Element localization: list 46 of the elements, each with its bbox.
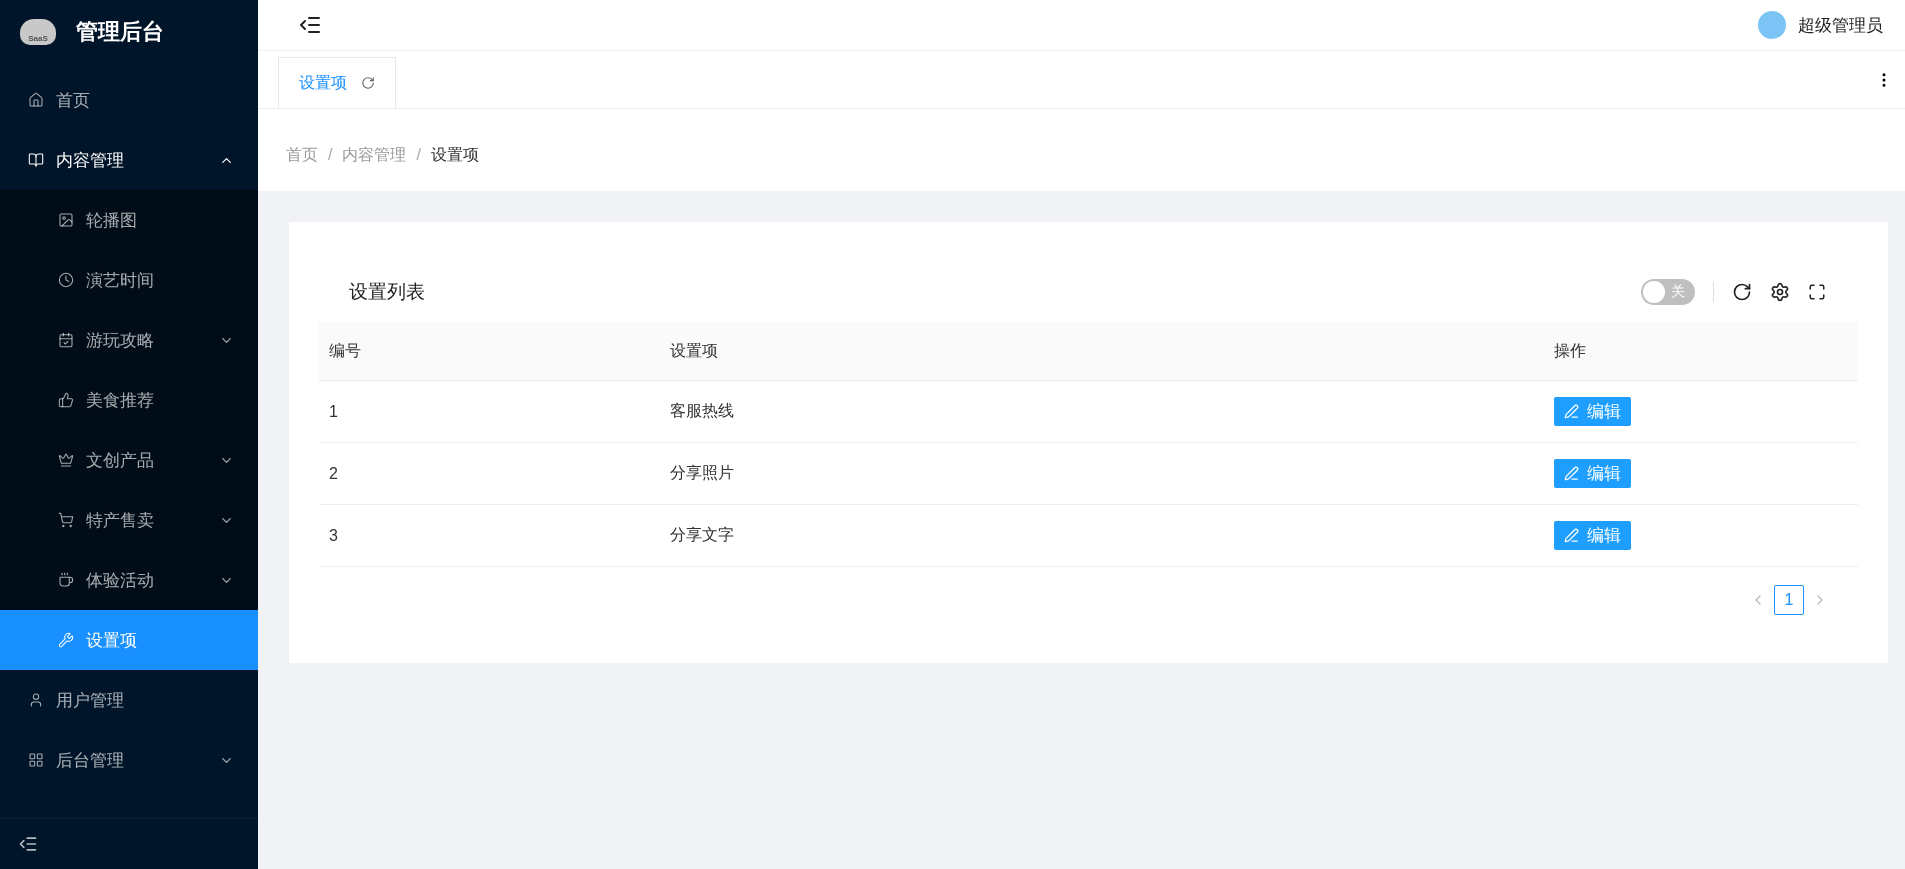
menu-icon xyxy=(58,512,74,528)
sidebar-item[interactable]: 首页 xyxy=(0,70,258,130)
sidebar-item[interactable]: 游玩攻略 xyxy=(0,310,258,370)
refresh-icon[interactable] xyxy=(1732,282,1752,302)
table-cell: 客服热线 xyxy=(660,381,1544,443)
menu-icon xyxy=(28,152,44,168)
edit-icon xyxy=(1564,466,1579,481)
breadcrumb-item: 设置项 xyxy=(430,144,479,165)
menu-icon xyxy=(58,632,74,648)
table-cell: 1 xyxy=(319,381,660,443)
menu-icon xyxy=(58,332,74,348)
menu-icon xyxy=(58,272,74,288)
menu-icon xyxy=(58,452,74,468)
column-header: 操作 xyxy=(1544,322,1858,381)
sidebar-item[interactable]: 演艺时间 xyxy=(0,250,258,310)
settings-icon[interactable] xyxy=(1770,282,1790,302)
column-header: 设置项 xyxy=(660,322,1544,381)
table-cell: 分享照片 xyxy=(660,443,1544,505)
sidebar-item[interactable]: 内容管理 xyxy=(0,130,258,190)
edit-icon xyxy=(1564,404,1579,419)
sidebar-item[interactable]: 文创产品 xyxy=(0,430,258,490)
sidebar-item[interactable]: 用户管理 xyxy=(0,670,258,730)
user-name[interactable]: 超级管理员 xyxy=(1798,13,1883,37)
table-cell: 2 xyxy=(319,443,660,505)
column-header: 编号 xyxy=(319,322,660,381)
edit-icon xyxy=(1564,528,1579,543)
sidebar-item[interactable]: 体验活动 xyxy=(0,550,258,610)
sidebar-item[interactable]: 后台管理 xyxy=(0,730,258,790)
breadcrumb-separator: / xyxy=(328,146,333,164)
sidebar-item[interactable]: 美食推荐 xyxy=(0,370,258,430)
menu-icon xyxy=(28,92,44,108)
sidebar-item[interactable]: 特产售卖 xyxy=(0,490,258,550)
menu-icon xyxy=(28,692,44,708)
cloud-logo: SaaS xyxy=(20,19,56,45)
fullscreen-icon[interactable] xyxy=(1808,283,1826,301)
table-cell: 3 xyxy=(319,505,660,567)
app-title: 管理后台 xyxy=(76,18,164,46)
table-cell: 分享文字 xyxy=(660,505,1544,567)
menu-icon xyxy=(28,752,44,768)
menu-icon xyxy=(58,212,74,228)
breadcrumb-separator: / xyxy=(416,146,421,164)
menu-icon xyxy=(58,392,74,408)
collapse-menu-icon[interactable] xyxy=(18,834,38,854)
sidebar-item[interactable]: 轮播图 xyxy=(0,190,258,250)
card-title: 设置列表 xyxy=(349,280,425,304)
menu-icon xyxy=(58,572,74,588)
